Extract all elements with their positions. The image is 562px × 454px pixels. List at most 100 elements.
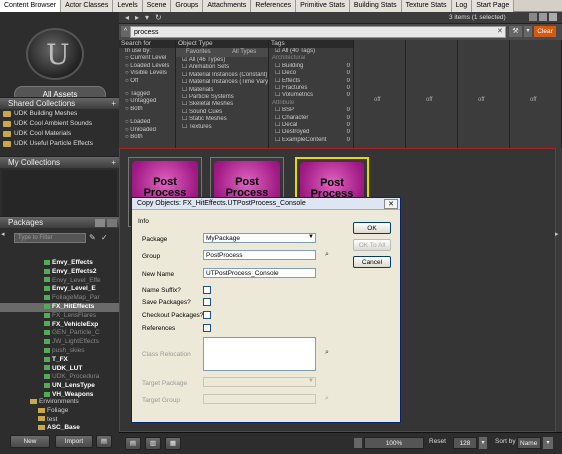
save-packages-checkbox[interactable] <box>203 298 211 306</box>
folder-item[interactable]: Foliage <box>0 407 119 416</box>
filter-option[interactable]: ○ Untagged <box>119 98 175 105</box>
all-types-tab[interactable]: All Types <box>232 49 256 55</box>
forward-icon[interactable]: ▸ <box>135 13 139 22</box>
package-item[interactable]: FX_LensFlares <box>0 312 119 321</box>
my-collections-header[interactable]: My Collections + <box>0 156 119 168</box>
package-item[interactable]: UDK_Procedura <box>0 373 119 382</box>
package-item[interactable]: FX_VehicleExp <box>0 321 119 330</box>
back-icon[interactable]: ◂ <box>125 13 129 22</box>
filter-option[interactable]: ○ Off <box>119 78 175 85</box>
collection-item[interactable]: UDK Cool Materials <box>0 129 119 139</box>
folder-item[interactable]: test <box>0 416 119 425</box>
package-item[interactable]: UDK_LUT <box>0 365 119 374</box>
package-item[interactable]: GEN_Particle_C <box>0 329 119 338</box>
search-input[interactable]: process <box>130 26 506 38</box>
collection-item[interactable]: UDK Cool Ambient Sounds <box>0 119 119 129</box>
tab-references[interactable]: References <box>251 0 297 12</box>
tab-actor-classes[interactable]: Actor Classes <box>61 0 114 12</box>
tree-view-icon[interactable] <box>107 219 117 227</box>
folder-item[interactable]: ASC_Base <box>0 424 119 433</box>
tab-content-browser[interactable]: Content Browser <box>0 0 62 12</box>
tab-log[interactable]: Log <box>451 0 473 12</box>
add-my-collection-icon[interactable]: + <box>111 157 116 169</box>
package-item[interactable]: Envy_Effects <box>0 259 119 268</box>
clear-button[interactable]: Clear <box>534 26 556 37</box>
group-field[interactable]: PostProcess <box>203 250 316 260</box>
tab-scene[interactable]: Scene <box>142 0 172 12</box>
package-item[interactable]: JW_LightEffects <box>0 338 119 347</box>
right-arrow-icon[interactable]: ▸ <box>555 230 559 238</box>
object-type-item[interactable]: ☐ Particle Systems <box>176 94 268 101</box>
tag-item[interactable]: ☑ All (40 Tags) <box>269 48 353 55</box>
tab-texture-stats[interactable]: Texture Stats <box>401 0 452 12</box>
view-list-icon[interactable]: ▤ <box>125 437 141 450</box>
package-dropdown[interactable]: MyPackage <box>203 233 316 243</box>
object-type-item[interactable]: ☐ Static Meshes <box>176 116 268 123</box>
favorites-tab[interactable]: Favorites <box>186 49 211 55</box>
size-dropdown-icon[interactable]: ▾ <box>479 437 487 449</box>
package-item[interactable]: T_FX <box>0 356 119 365</box>
package-item[interactable]: FoliageMap_Par <box>0 294 119 303</box>
close-icon[interactable]: ✕ <box>384 199 398 209</box>
refresh-icon[interactable]: ↻ <box>155 13 162 22</box>
folder-button[interactable]: ▤ <box>96 435 112 448</box>
object-type-item[interactable]: ☐ Textures <box>176 124 268 131</box>
object-type-item[interactable]: ☐ Skeletal Meshes <box>176 101 268 108</box>
tab-building-stats[interactable]: Building Stats <box>349 0 402 12</box>
collection-item[interactable]: UDK Useful Particle Effects <box>0 139 119 149</box>
tag-item[interactable]: ☐ Deco 0 <box>269 70 353 77</box>
history-icon[interactable]: ▾ <box>145 13 149 22</box>
package-item[interactable]: Envy_Level_E <box>0 285 119 294</box>
tab-levels[interactable]: Levels <box>113 0 143 12</box>
zoom-field[interactable]: 100% <box>364 437 424 449</box>
package-item[interactable]: FX_HitEffects <box>0 302 119 312</box>
filter-option[interactable]: ○ Visible Levels <box>119 70 175 77</box>
object-type-item[interactable]: ☐ Material Instances (Time Varyin <box>176 79 268 86</box>
chevron-down-icon[interactable]: ▼ <box>308 234 314 240</box>
package-filter-input[interactable]: Type to Filter <box>14 233 86 243</box>
tag-item[interactable]: ☐ Building 0 <box>269 63 353 70</box>
new-name-field[interactable]: UTPostProcess_Console <box>203 268 316 278</box>
search-options-dropdown[interactable]: ▾ <box>524 26 532 37</box>
new-button[interactable]: New <box>10 435 50 448</box>
object-type-item[interactable]: ☑ All (46 Types) <box>176 57 268 64</box>
folder-item[interactable]: Environments <box>0 398 119 407</box>
filter-option[interactable]: ○ Current Level <box>119 55 175 62</box>
tag-item[interactable]: ☐ Effects 0 <box>269 78 353 85</box>
clear-search-icon[interactable]: ✕ <box>497 27 503 35</box>
name-suffix-checkbox[interactable] <box>203 286 211 294</box>
package-item[interactable]: Envy_Level_Effe <box>0 277 119 286</box>
view-split-icon[interactable]: ▥ <box>145 437 161 450</box>
maximize-icon[interactable] <box>549 13 557 21</box>
list-view-icon[interactable] <box>95 219 105 227</box>
tab-primitive-stats[interactable]: Primitive Stats <box>296 0 350 12</box>
filter-option[interactable]: ○ Loaded Levels <box>119 63 175 70</box>
package-item[interactable]: Envy_Effects2 <box>0 268 119 277</box>
tag-item[interactable]: ☐ Character 0 <box>269 115 353 122</box>
sort-field[interactable]: Name <box>517 437 541 449</box>
sort-dropdown-icon[interactable]: ▾ <box>543 437 553 449</box>
object-type-item[interactable]: ☐ Materials <box>176 87 268 94</box>
class-relocation-list[interactable] <box>203 337 316 371</box>
tag-item[interactable]: ☐ Fractures 0 <box>269 85 353 92</box>
restore-icon[interactable] <box>539 13 547 21</box>
left-arrow-icon[interactable]: ◂ <box>1 230 5 238</box>
check-icon[interactable]: ✓ <box>101 233 108 242</box>
pin-icon[interactable] <box>529 13 537 21</box>
filter-option[interactable]: ○ Both <box>119 134 175 141</box>
zoom-handle[interactable] <box>354 438 362 448</box>
shared-collections-header[interactable]: Shared Collections + <box>0 97 119 109</box>
object-type-item[interactable]: ☐ Sound Cues <box>176 109 268 116</box>
filter-option[interactable]: ○ Tagged <box>119 91 175 98</box>
collection-item[interactable]: UDK Building Meshes <box>0 109 119 119</box>
tag-item[interactable]: ☐ Decal 0 <box>269 122 353 129</box>
view-grid-icon[interactable]: ▦ <box>165 437 181 450</box>
tag-item[interactable]: ☐ Destroyed 0 <box>269 129 353 136</box>
tab-start-page[interactable]: Start Page <box>472 0 515 12</box>
reset-button[interactable]: Reset <box>429 438 446 445</box>
collapse-filters-icon[interactable]: ^ <box>121 26 130 37</box>
package-item[interactable]: UN_LensType <box>0 382 119 391</box>
package-item[interactable]: push_skies <box>0 347 119 356</box>
cancel-button[interactable]: Cancel <box>353 256 391 268</box>
binoculars-icon[interactable]: ⌕ <box>320 348 334 358</box>
